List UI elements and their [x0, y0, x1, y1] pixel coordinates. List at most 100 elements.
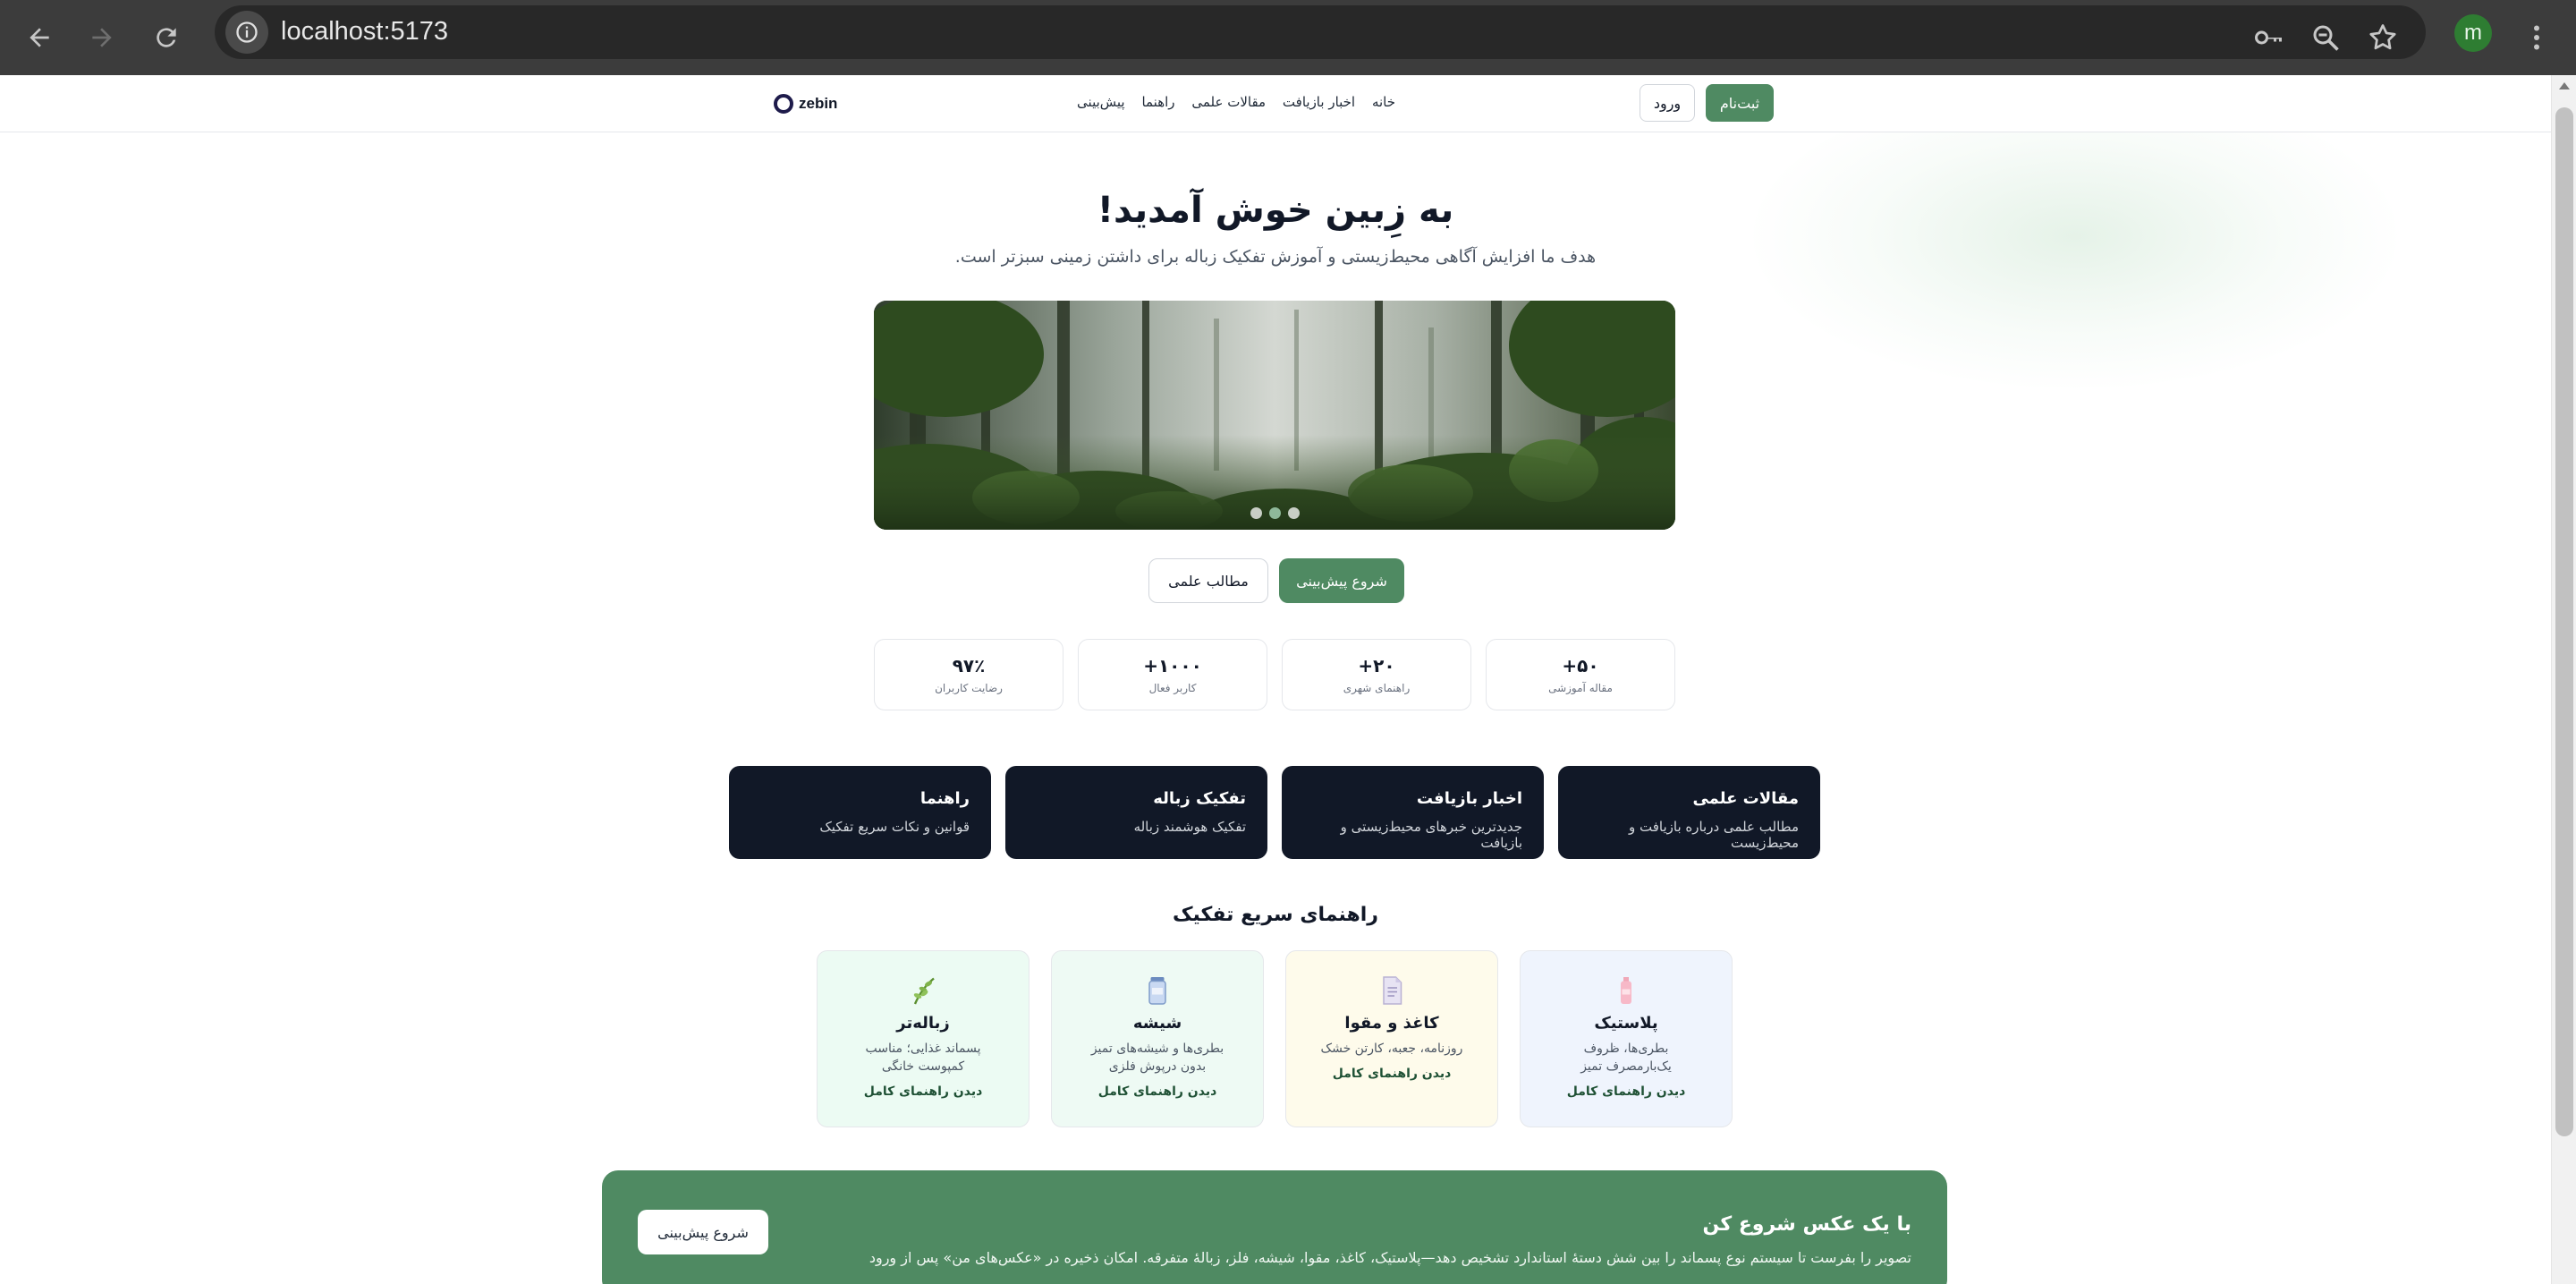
site-header: zebin خانه اخبار بازیافت مقالات علمی راه… — [0, 75, 2551, 132]
stat-value: ۵۰+ — [1562, 655, 1599, 676]
feature-title: تفکیک زباله — [1153, 789, 1246, 808]
stat-label: کاربر فعال — [1148, 682, 1197, 694]
signup-button[interactable]: ثبت‌نام — [1706, 84, 1774, 122]
reload-icon — [157, 28, 176, 47]
zoom-button[interactable] — [2299, 11, 2352, 64]
hero-title: به زِبین خوش آمدید! — [1097, 190, 1454, 231]
guide-card-link[interactable]: دیدن راهنمای کامل — [1567, 1084, 1686, 1099]
stat-value: ۲۰+ — [1358, 655, 1395, 676]
hero-actions: شروع پیش‌بینی مطالب علمی — [1148, 558, 1404, 603]
start-prediction-button[interactable]: شروع پیش‌بینی — [1279, 558, 1404, 603]
banner-start-button[interactable]: شروع پیش‌بینی — [638, 1210, 768, 1254]
quick-guide-title: راهنمای سریع تفکیک — [1173, 904, 1378, 926]
feature-title: مقالات علمی — [1692, 789, 1799, 808]
guide-card-link[interactable]: دیدن راهنمای کامل — [1098, 1084, 1217, 1099]
hero-subtitle: هدف ما افزایش آگاهی محیط‌زیستی و آموزش ت… — [954, 247, 1597, 267]
feature-desc: جدیدترین خبرهای محیط‌زیستی و بازیافت — [1340, 819, 1522, 851]
more-vertical-icon — [2534, 25, 2539, 50]
zoom-out-icon — [2313, 25, 2339, 51]
back-arrow-icon — [30, 28, 49, 47]
site-logo[interactable]: zebin — [774, 91, 837, 116]
bookmark-button[interactable] — [2356, 11, 2410, 64]
browser-menu-button[interactable] — [2510, 11, 2563, 64]
site-info-button[interactable] — [225, 11, 268, 54]
feature-title: اخبار بازیافت — [1416, 789, 1522, 808]
page-viewport: zebin خانه اخبار بازیافت مقالات علمی راه… — [0, 75, 2551, 1284]
plastic-bottle-icon — [1621, 977, 1631, 1004]
login-button[interactable]: ورود — [1640, 84, 1695, 122]
carousel-dot[interactable] — [1287, 507, 1300, 519]
profile-avatar[interactable]: m — [2454, 14, 2492, 52]
paper-icon — [1383, 976, 1402, 1005]
feature-desc: تفکیک هوشمند زباله — [1133, 819, 1246, 835]
hero-carousel[interactable] — [874, 301, 1675, 530]
stat-card: ۹۷٪ رضایت کاربران — [874, 639, 1063, 710]
guide-card-name: شیشه — [1132, 1014, 1182, 1033]
scroll-up-arrow-icon[interactable] — [2559, 82, 2570, 89]
stats-row: ۵۰+ مقاله آموزشی ۲۰+ راهنمای شهری ۱۰۰۰+ … — [874, 639, 1675, 710]
guide-card-link[interactable]: دیدن راهنمای کامل — [864, 1084, 983, 1099]
auth-buttons: ثبت‌نام ورود — [1640, 84, 1774, 122]
address-bar[interactable]: localhost:5173 — [215, 5, 2426, 59]
forward-button[interactable] — [75, 11, 129, 64]
guide-card-glass[interactable]: شیشه بطری‌ها و شیشه‌های تمیز بدون درپوش … — [1051, 950, 1264, 1127]
stat-value: ۹۷٪ — [952, 655, 986, 676]
scroll-thumb[interactable] — [2555, 107, 2573, 1136]
guide-card-link[interactable]: دیدن راهنمای کامل — [1333, 1067, 1452, 1081]
back-button[interactable] — [13, 11, 66, 64]
guide-card-desc: بطری‌ها، ظروف یک‌بارمصرف تمیز — [1580, 1042, 1672, 1074]
nav-scientific-articles[interactable]: مقالات علمی — [1191, 94, 1266, 110]
guide-card-plastic[interactable]: پلاستیک بطری‌ها، ظروف یک‌بارمصرف تمیز دی… — [1520, 950, 1733, 1127]
feature-card-sorting[interactable]: تفکیک زباله تفکیک هوشمند زباله — [1005, 766, 1267, 859]
main-nav: خانه اخبار بازیافت مقالات علمی راهنما پی… — [1077, 94, 1395, 110]
carousel-dot[interactable] — [1250, 507, 1262, 519]
stat-card: ۵۰+ مقاله آموزشی — [1486, 639, 1675, 710]
feature-desc: مطالب علمی درباره بازیافت و محیط‌زیست — [1628, 819, 1799, 851]
glass-jar-icon — [1148, 977, 1166, 1005]
carousel-dots — [874, 507, 1675, 519]
logo-text: zebin — [799, 95, 838, 112]
nav-guide[interactable]: راهنما — [1141, 94, 1174, 110]
nav-prediction[interactable]: پیش‌بینی — [1077, 94, 1125, 110]
stat-label: رضایت کاربران — [935, 682, 1003, 694]
feature-title: راهنما — [919, 789, 970, 808]
info-icon — [236, 21, 258, 43]
browser-toolbar: localhost:5173 m — [0, 0, 2576, 75]
url-text[interactable]: localhost:5173 — [281, 17, 448, 47]
quick-guide-cards: پلاستیک بطری‌ها، ظروف یک‌بارمصرف تمیز دی… — [817, 950, 1733, 1127]
feature-card-guide[interactable]: راهنما قوانین و نکات سریع تفکیک — [729, 766, 991, 859]
logo-ring-icon — [774, 94, 793, 114]
carousel-dot-active[interactable] — [1268, 507, 1281, 519]
guide-card-name: کاغذ و مقوا — [1344, 1014, 1439, 1033]
stat-card: ۱۰۰۰+ کاربر فعال — [1078, 639, 1267, 710]
guide-card-organic[interactable]: زباله‌تر پسماند غذایی؛ مناسب کمپوست خانگ… — [817, 950, 1030, 1127]
banner-desc: تصویر را بفرست تا سیستم نوع پسماند را بی… — [869, 1249, 1911, 1266]
nav-recycling-news[interactable]: اخبار بازیافت — [1283, 94, 1355, 110]
guide-card-name: زباله‌تر — [896, 1014, 950, 1033]
star-icon — [2369, 24, 2396, 50]
password-key-button[interactable] — [2241, 11, 2295, 64]
guide-card-name: پلاستیک — [1594, 1014, 1658, 1033]
forest-image — [874, 301, 1675, 530]
nav-home[interactable]: خانه — [1372, 94, 1395, 110]
stat-value: ۱۰۰۰+ — [1143, 655, 1202, 676]
scientific-content-button[interactable]: مطالب علمی — [1148, 558, 1268, 603]
guide-card-desc: روزنامه، جعبه، کارتن خشک — [1320, 1042, 1463, 1056]
guide-card-desc: بطری‌ها و شیشه‌های تمیز بدون درپوش فلزی — [1090, 1042, 1224, 1074]
feature-desc: قوانین و نکات سریع تفکیک — [819, 819, 970, 835]
guide-card-desc: پسماند غذایی؛ مناسب کمپوست خانگی — [865, 1042, 981, 1074]
feature-cards: مقالات علمی مطالب علمی درباره بازیافت و … — [729, 766, 1820, 859]
forward-arrow-icon — [92, 28, 112, 47]
page-scrollbar[interactable] — [2551, 75, 2576, 1284]
key-icon — [2255, 30, 2282, 45]
stat-label: راهنمای شهری — [1343, 682, 1411, 694]
feature-card-news[interactable]: اخبار بازیافت جدیدترین خبرهای محیط‌زیستی… — [1282, 766, 1544, 859]
guide-card-paper[interactable]: کاغذ و مقوا روزنامه، جعبه، کارتن خشک دید… — [1285, 950, 1498, 1127]
feature-card-articles[interactable]: مقالات علمی مطالب علمی درباره بازیافت و … — [1558, 766, 1820, 859]
photo-cta-banner: با یک عکس شروع کن تصویر را بفرست تا سیست… — [602, 1170, 1947, 1284]
banner-title: با یک عکس شروع کن — [1702, 1213, 1911, 1236]
reload-button[interactable] — [140, 11, 193, 64]
herb-icon — [913, 977, 935, 1005]
stat-label: مقاله آموزشی — [1548, 682, 1613, 694]
stat-card: ۲۰+ راهنمای شهری — [1282, 639, 1471, 710]
